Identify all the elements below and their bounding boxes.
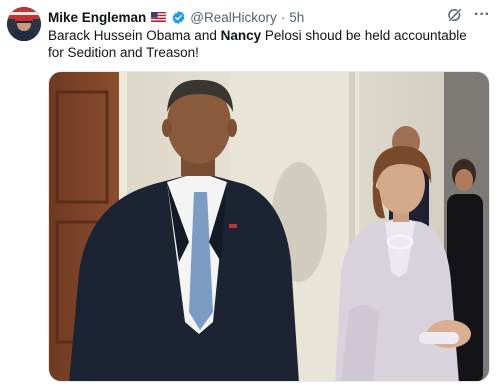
avatar-image bbox=[7, 7, 41, 41]
grok-icon[interactable] bbox=[446, 6, 464, 24]
tweet-card: Mike Engleman @RealHickory · 5h ··· Bara… bbox=[0, 0, 500, 388]
photo-image bbox=[49, 72, 489, 381]
more-options-icon[interactable]: ··· bbox=[474, 6, 490, 24]
tweet-header: Mike Engleman @RealHickory · 5h bbox=[48, 7, 304, 27]
separator-dot: · bbox=[280, 9, 286, 25]
tweet-text-bold: Nancy bbox=[220, 28, 262, 43]
tweet-text: Barack Hussein Obama and Nancy Pelosi sh… bbox=[48, 27, 484, 61]
author-name[interactable]: Mike Engleman bbox=[48, 10, 146, 25]
author-handle[interactable]: @RealHickory bbox=[190, 10, 276, 25]
tweet-timestamp[interactable]: 5h bbox=[289, 10, 304, 25]
tweet-text-part1: Barack Hussein Obama and bbox=[48, 28, 221, 43]
us-flag-icon bbox=[151, 12, 167, 22]
tweet-photo[interactable] bbox=[48, 71, 490, 382]
verified-badge-icon bbox=[172, 10, 185, 24]
avatar[interactable] bbox=[7, 7, 41, 41]
header-actions: ··· bbox=[446, 6, 490, 24]
